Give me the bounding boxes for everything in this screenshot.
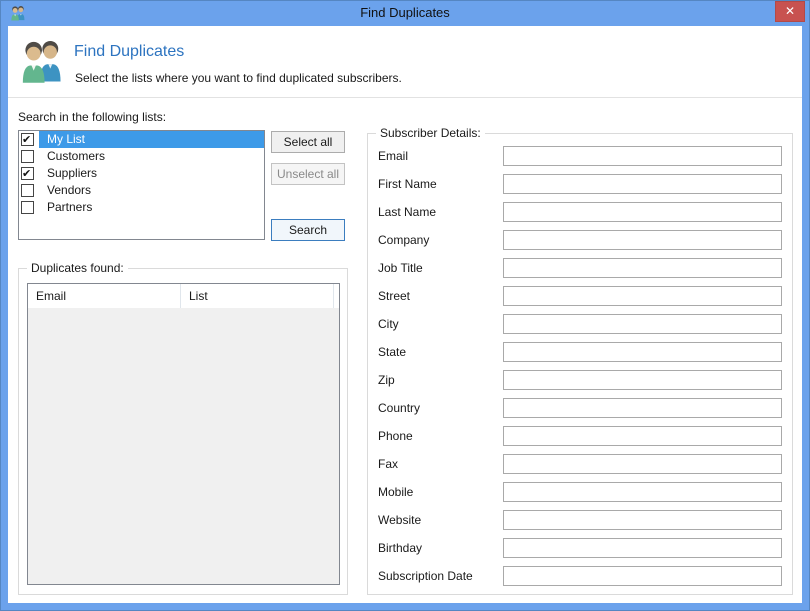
- dialog-content: Find Duplicates Select the lists where y…: [8, 26, 802, 603]
- page-subtitle: Select the lists where you want to find …: [75, 71, 402, 85]
- field-input[interactable]: [503, 510, 782, 530]
- field-row: Country: [368, 394, 792, 422]
- list-item[interactable]: Partners: [19, 199, 264, 216]
- list-item[interactable]: My List: [19, 131, 264, 148]
- field-row: Phone: [368, 422, 792, 450]
- field-input[interactable]: [503, 230, 782, 250]
- field-row: Company: [368, 226, 792, 254]
- list-item-label[interactable]: Partners: [39, 199, 264, 216]
- field-row: Subscription Date: [368, 562, 792, 590]
- field-input[interactable]: [503, 314, 782, 334]
- unselect-all-button: Unselect all: [271, 163, 345, 185]
- subscriber-fields: Email First Name Last Name Compa: [368, 142, 792, 590]
- field-input[interactable]: [503, 538, 782, 558]
- select-all-button[interactable]: Select all: [271, 131, 345, 153]
- field-label: Company: [378, 233, 500, 247]
- field-input[interactable]: [503, 482, 782, 502]
- field-label: Zip: [378, 373, 500, 387]
- checkbox-icon[interactable]: [21, 167, 34, 180]
- column-header[interactable]: Email: [28, 284, 181, 308]
- field-label: Fax: [378, 457, 500, 471]
- list-item[interactable]: Suppliers: [19, 165, 264, 182]
- field-label: Phone: [378, 429, 500, 443]
- field-label: Birthday: [378, 541, 500, 555]
- close-icon: ✕: [785, 4, 795, 18]
- list-item-label[interactable]: Suppliers: [39, 165, 264, 182]
- field-row: Email: [368, 142, 792, 170]
- listview-body: [28, 308, 339, 584]
- field-label: State: [378, 345, 500, 359]
- field-label: Subscription Date: [378, 569, 500, 583]
- list-item-label[interactable]: Vendors: [39, 182, 264, 199]
- page-title: Find Duplicates: [74, 43, 184, 61]
- field-label: Street: [378, 289, 500, 303]
- duplicates-found-label: Duplicates found:: [27, 261, 128, 275]
- field-row: Birthday: [368, 534, 792, 562]
- field-label: First Name: [378, 177, 500, 191]
- subscriber-details-label: Subscriber Details:: [376, 126, 485, 140]
- field-input[interactable]: [503, 258, 782, 278]
- field-input[interactable]: [503, 146, 782, 166]
- list-item[interactable]: Vendors: [19, 182, 264, 199]
- field-row: Job Title: [368, 254, 792, 282]
- lists-checkbox-list[interactable]: My List Customers Suppliers Vendors: [18, 130, 265, 240]
- list-item-label[interactable]: My List: [39, 131, 264, 148]
- field-row: Street: [368, 282, 792, 310]
- field-row: Zip: [368, 366, 792, 394]
- field-label: City: [378, 317, 500, 331]
- duplicates-found-group: Duplicates found: Email List: [18, 268, 348, 595]
- field-input[interactable]: [503, 426, 782, 446]
- field-label: Email: [378, 149, 500, 163]
- titlebar[interactable]: Find Duplicates ✕: [0, 0, 810, 26]
- field-input[interactable]: [503, 398, 782, 418]
- search-lists-label: Search in the following lists:: [18, 110, 166, 124]
- subscriber-details-group: Subscriber Details: Email First Name Las…: [367, 133, 793, 595]
- window-title: Find Duplicates: [0, 0, 810, 26]
- people-icon: [18, 38, 66, 84]
- field-input[interactable]: [503, 454, 782, 474]
- field-input[interactable]: [503, 202, 782, 222]
- list-item-label[interactable]: Customers: [39, 148, 264, 165]
- field-row: City: [368, 310, 792, 338]
- list-item[interactable]: Customers: [19, 148, 264, 165]
- field-row: Last Name: [368, 198, 792, 226]
- column-header[interactable]: List: [181, 284, 334, 308]
- field-input[interactable]: [503, 370, 782, 390]
- field-label: Country: [378, 401, 500, 415]
- checkbox-icon[interactable]: [21, 201, 34, 214]
- field-row: First Name: [368, 170, 792, 198]
- field-input[interactable]: [503, 342, 782, 362]
- field-input[interactable]: [503, 566, 782, 586]
- field-row: Fax: [368, 450, 792, 478]
- duplicates-listview: Email List: [27, 283, 340, 585]
- checkbox-icon[interactable]: [21, 150, 34, 163]
- field-input[interactable]: [503, 286, 782, 306]
- close-button[interactable]: ✕: [775, 1, 805, 22]
- checkbox-icon[interactable]: [21, 184, 34, 197]
- field-label: Mobile: [378, 485, 500, 499]
- header-band: Find Duplicates Select the lists where y…: [8, 26, 802, 98]
- field-input[interactable]: [503, 174, 782, 194]
- listview-header: Email List: [28, 284, 339, 308]
- field-row: Website: [368, 506, 792, 534]
- field-label: Job Title: [378, 261, 500, 275]
- search-button[interactable]: Search: [271, 219, 345, 241]
- find-duplicates-dialog: Find Duplicates ✕ Find Duplicates Select…: [0, 0, 810, 611]
- field-row: State: [368, 338, 792, 366]
- field-row: Mobile: [368, 478, 792, 506]
- checkbox-icon[interactable]: [21, 133, 34, 146]
- field-label: Website: [378, 513, 500, 527]
- field-label: Last Name: [378, 205, 500, 219]
